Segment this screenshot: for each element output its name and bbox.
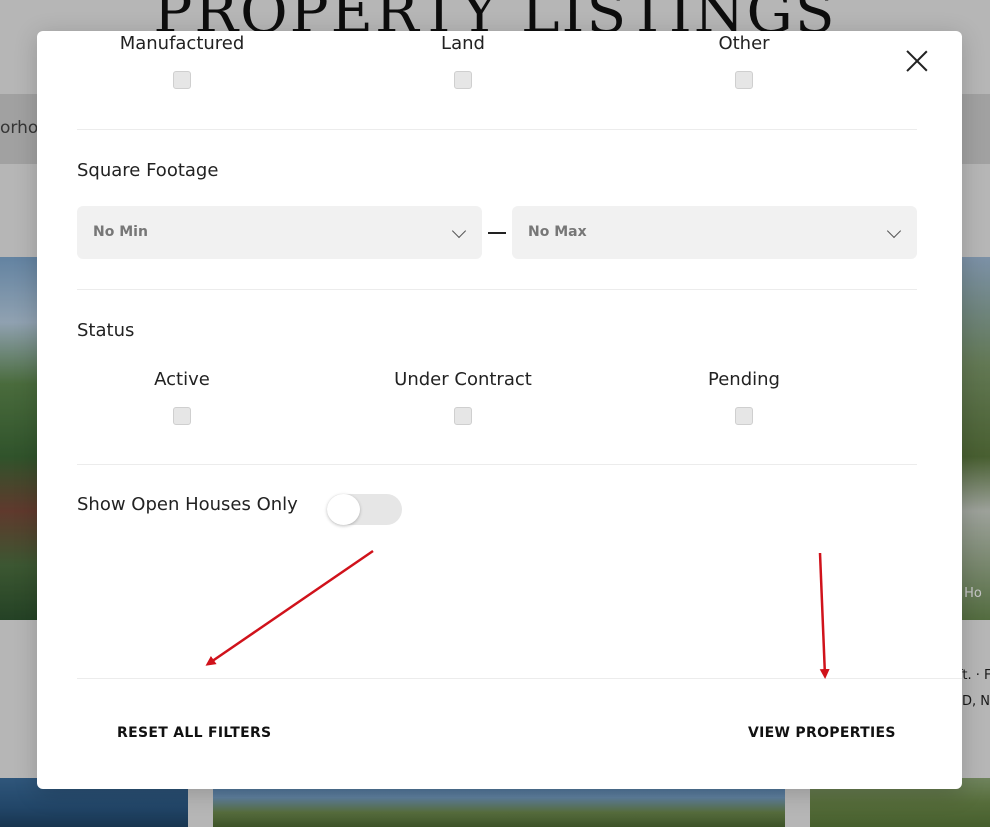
divider (77, 289, 917, 290)
status-option: Active (82, 368, 282, 425)
divider (77, 678, 962, 679)
status-checkbox[interactable] (173, 407, 191, 425)
max-sqft-value: No Max (528, 224, 587, 240)
open-houses-toggle[interactable] (327, 494, 402, 525)
max-sqft-select[interactable]: No Max (512, 206, 917, 259)
status-option: Pending (644, 368, 844, 425)
status-label: Active (154, 369, 210, 390)
status-label: Pending (708, 369, 780, 390)
property-type-option: Other (644, 32, 844, 89)
divider (77, 129, 917, 130)
property-type-checkbox[interactable] (173, 71, 191, 89)
property-type-label: Manufactured (119, 33, 245, 54)
property-type-checkbox[interactable] (735, 71, 753, 89)
status-checkbox[interactable] (735, 407, 753, 425)
property-type-label: Other (718, 33, 770, 54)
close-icon[interactable] (905, 49, 929, 73)
square-footage-title: Square Footage (77, 160, 219, 181)
toggle-knob (327, 494, 360, 525)
min-sqft-select[interactable]: No Min (77, 206, 482, 259)
filters-modal: Manufactured Land Other Square Footage N… (37, 31, 962, 789)
range-dash (488, 232, 506, 234)
reset-filters-button[interactable]: RESET ALL FILTERS (117, 725, 271, 741)
chevron-down-icon (886, 223, 902, 239)
property-type-option: Land (363, 32, 563, 89)
min-sqft-value: No Min (93, 224, 148, 240)
view-properties-button[interactable]: VIEW PROPERTIES (748, 725, 896, 741)
property-type-checkbox[interactable] (454, 71, 472, 89)
property-type-label: Land (441, 33, 485, 54)
status-checkbox[interactable] (454, 407, 472, 425)
divider (77, 464, 917, 465)
property-type-option: Manufactured (82, 32, 282, 89)
status-title: Status (77, 320, 135, 341)
status-option: Under Contract (363, 368, 563, 425)
status-label: Under Contract (394, 369, 532, 390)
chevron-down-icon (451, 223, 467, 239)
open-houses-label: Show Open Houses Only (77, 494, 298, 515)
